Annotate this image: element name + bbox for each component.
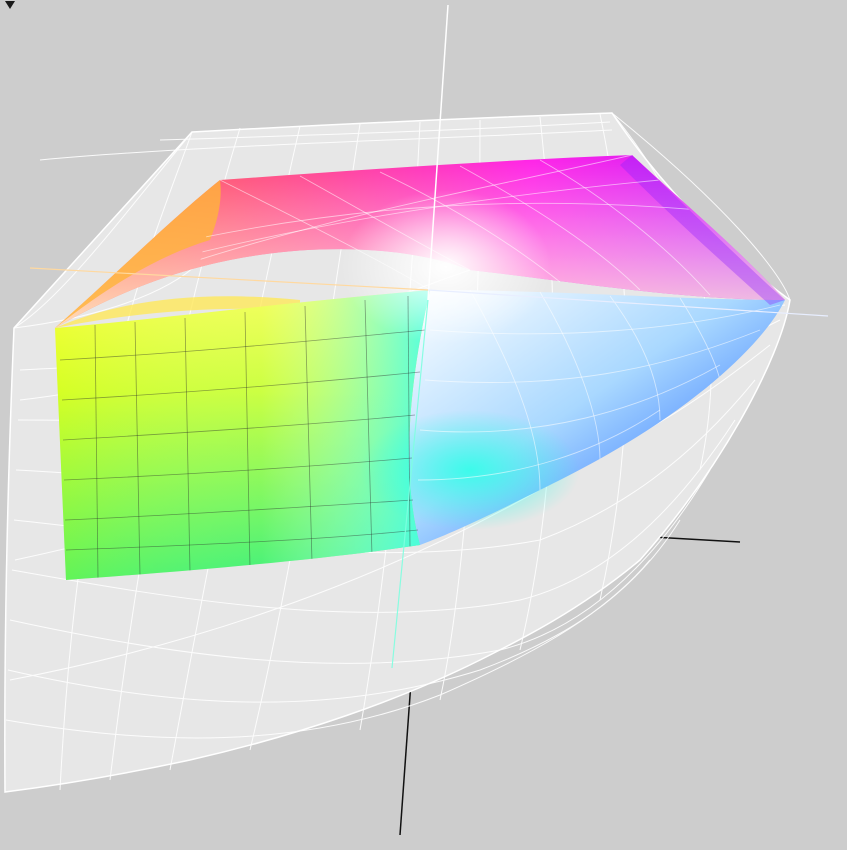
gamut-3d-view[interactable] — [0, 0, 847, 850]
